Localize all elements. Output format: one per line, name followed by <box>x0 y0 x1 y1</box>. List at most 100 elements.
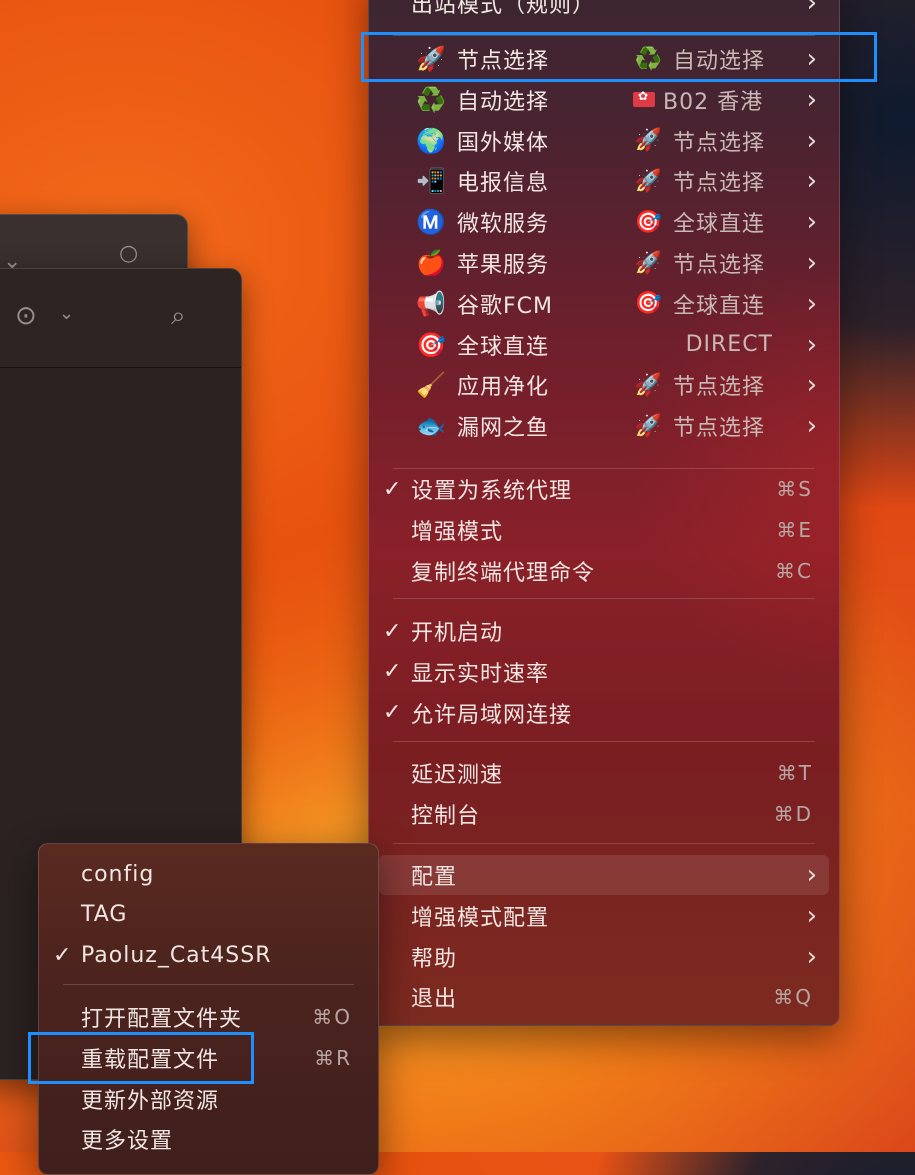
megaphone-icon: 📢 <box>416 289 446 318</box>
menu-item-label: 打开配置文件夹 <box>81 1007 243 1032</box>
proxy-group-selection: 🚀 节点选择 <box>633 410 765 442</box>
chevron-right-icon: › <box>806 900 817 931</box>
search-icon[interactable]: ○ <box>119 241 138 266</box>
menu-item-label: 设置为系统代理 <box>411 479 573 504</box>
menu-item-label: 延迟测速 <box>411 763 504 788</box>
proxy-group-item[interactable]: 🧹 应用净化 🚀 节点选择 › <box>369 365 839 405</box>
keyboard-shortcut: ⌘D <box>773 801 813 826</box>
hong-kong-flag-icon <box>633 89 655 108</box>
menu-item[interactable]: 退出 ⌘Q <box>369 977 839 1017</box>
menu-item[interactable]: 配置 › <box>369 855 839 895</box>
chevron-right-icon: › <box>806 84 817 115</box>
proxy-group-selection: 🎯 全球直连 <box>633 206 765 238</box>
toggle-option-item[interactable]: ✓ 开机启动 <box>369 611 839 651</box>
profile-name: TAG <box>81 902 128 928</box>
selection-label: 节点选择 <box>673 253 766 278</box>
proxy-group-item[interactable]: 🎯 全球直连 DIRECT › <box>369 325 839 365</box>
menu-item-label: 控制台 <box>411 803 481 829</box>
proxy-group-name: 自动选择 <box>457 89 550 115</box>
system-option-item[interactable]: 增强模式 ⌘E <box>369 510 839 550</box>
search-icon[interactable]: ⌕ <box>171 301 186 332</box>
apple-icon: 🍎 <box>416 249 446 277</box>
selection-label: 全球直连 <box>673 293 766 319</box>
chevron-right-icon: › <box>806 0 817 18</box>
checkmark-icon: ✓ <box>383 618 402 644</box>
rocket-icon: 🚀 <box>634 128 664 154</box>
proxy-group-selection: DIRECT <box>686 332 773 357</box>
checkmark-icon: ✓ <box>53 943 72 969</box>
menu-item-label: 出站模式（规则） <box>411 0 596 18</box>
profile-item[interactable]: config <box>39 854 378 894</box>
proxy-group-name: 微软服务 <box>457 212 550 238</box>
toggle-option-item[interactable]: ✓ 显示实时速率 <box>369 652 839 692</box>
keyboard-shortcut: ⌘S <box>776 477 813 501</box>
proxy-group-name: 电报信息 <box>457 171 550 197</box>
proxy-group-selection: 🚀 节点选择 <box>633 247 765 279</box>
selection-label: 节点选择 <box>673 130 766 156</box>
phone-icon: 📲 <box>416 167 446 196</box>
keyboard-shortcut: ⌘T <box>776 761 813 785</box>
proxy-group-item[interactable]: Ⓜ️ 微软服务 🎯 全球直连 › <box>369 202 839 242</box>
proxy-group-item[interactable]: ♻️ 自动选择 B02 香港 › <box>369 80 839 120</box>
menu-separator <box>393 741 815 742</box>
proxy-group-name: 苹果服务 <box>457 253 550 278</box>
proxy-group-item[interactable]: 🍎 苹果服务 🚀 节点选择 › <box>369 243 839 283</box>
chevron-right-icon: › <box>806 329 817 360</box>
proxy-group-selection: 🚀 节点选择 <box>633 125 765 157</box>
system-option-item[interactable]: ✓ 设置为系统代理 ⌘S <box>369 469 839 509</box>
config-action-item[interactable]: 更多设置 <box>39 1119 378 1159</box>
recycle-icon: ♻️ <box>416 85 446 114</box>
profile-name: config <box>81 861 155 887</box>
menu-item-label: 显示实时速率 <box>411 661 550 687</box>
clash-tray-menu: 出站模式（规则） › 🚀节点选择♻️自动选择›♻️自动选择B02 香港›🌍国外媒… <box>368 0 840 1026</box>
proxy-group-name: 漏网之鱼 <box>457 416 550 442</box>
keyboard-shortcut: ⌘Q <box>773 985 813 1010</box>
chevron-down-icon[interactable]: ⌄ <box>59 303 74 324</box>
toggle-option-item[interactable]: ✓ 允许局域网连接 <box>369 693 839 733</box>
profile-item[interactable]: ✓ Paoluz_Cat4SSR <box>39 936 378 976</box>
rocket-icon: 🚀 <box>634 168 664 194</box>
menu-item[interactable]: 增强模式配置 › <box>369 896 839 936</box>
more-options-icon[interactable]: ⊙ <box>15 301 37 331</box>
profile-item[interactable]: TAG <box>39 895 378 935</box>
proxy-group-selection: B02 香港 <box>633 84 763 116</box>
proxy-group-name: 应用净化 <box>457 375 550 401</box>
selection-label: 节点选择 <box>673 375 766 401</box>
keyboard-shortcut: ⌘O <box>312 1005 352 1029</box>
tool-item[interactable]: 控制台 ⌘D <box>369 794 839 834</box>
annotation-highlight-box <box>28 1032 254 1084</box>
proxy-group-selection: 🚀 节点选择 <box>633 369 765 401</box>
proxy-group-name: 谷歌FCM <box>457 293 553 319</box>
profile-name: Paoluz_Cat4SSR <box>81 943 272 969</box>
config-action-item[interactable]: 更新外部资源 <box>39 1079 378 1119</box>
menu-item-label: 配置 <box>411 865 458 890</box>
config-action-item[interactable]: 打开配置文件夹 ⌘O <box>39 997 378 1037</box>
menu-item-label: 更多设置 <box>81 1129 174 1155</box>
chevron-right-icon: › <box>806 207 817 238</box>
proxy-group-item[interactable]: 🐟 漏网之鱼 🚀 节点选择 › <box>369 406 839 446</box>
outbound-mode-item[interactable]: 出站模式（规则） › <box>369 0 839 23</box>
selection-label: 节点选择 <box>673 171 766 197</box>
chevron-right-icon: › <box>806 370 817 401</box>
checkmark-icon: ✓ <box>383 476 402 502</box>
window-toolbar: ⊙ ⌄ ⌕ <box>0 269 241 368</box>
menu-item[interactable]: 帮助 › <box>369 937 839 977</box>
system-option-item[interactable]: 复制终端代理命令 ⌘C <box>369 551 839 591</box>
target-icon: 🎯 <box>634 209 664 235</box>
proxy-group-item[interactable]: 🌍 国外媒体 🚀 节点选择 › <box>369 121 839 161</box>
m-circle-icon: Ⓜ️ <box>416 208 446 237</box>
tool-item[interactable]: 延迟测速 ⌘T <box>369 753 839 793</box>
proxy-group-name: 全球直连 <box>457 334 550 360</box>
broom-icon: 🧹 <box>416 371 446 400</box>
menu-separator <box>393 843 815 844</box>
menu-item-label: 复制终端代理命令 <box>411 560 596 586</box>
selection-label: 全球直连 <box>673 212 766 238</box>
annotation-highlight-box <box>361 32 877 82</box>
selection-label: B02 香港 <box>663 89 764 115</box>
proxy-group-item[interactable]: 📢 谷歌FCM 🎯 全球直连 › <box>369 284 839 324</box>
proxy-group-item[interactable]: 📲 电报信息 🚀 节点选择 › <box>369 161 839 201</box>
menu-item-label: 帮助 <box>411 946 458 972</box>
menu-separator <box>393 598 815 599</box>
menu-separator <box>63 984 354 985</box>
chevron-right-icon: › <box>806 860 817 890</box>
